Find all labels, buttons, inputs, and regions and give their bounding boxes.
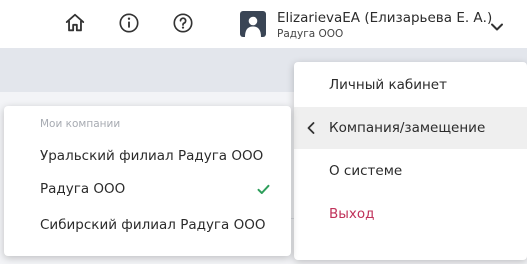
user-company[interactable]: Радуга ООО [277,28,343,40]
menu-item-label: Личный кабинет [329,77,447,93]
user-avatar-icon [245,16,261,37]
top-header: ElizarievaEA (Елизарьева Е. А.) Радуга О… [0,0,527,48]
company-item-ural[interactable]: Уральский филиал Радуга ООО [4,138,291,174]
help-icon [173,13,193,33]
menu-item-about[interactable]: О системе [294,150,527,192]
menu-item-label: О системе [329,163,403,179]
menu-item-company[interactable]: Компания/замещение [294,107,527,149]
home-button[interactable] [62,10,88,36]
home-icon [65,13,85,32]
user-menu: Личный кабинет Компания/замещение О сист… [294,62,527,260]
menu-item-label: Компания/замещение [329,120,486,136]
chevron-left-icon [307,122,315,138]
company-item-label: Уральский филиал Радуга ООО [40,148,264,164]
company-submenu: Мои компании Уральский филиал Радуга ООО… [4,106,291,256]
company-item-raduga[interactable]: Радуга ООО [4,171,291,207]
user-menu-toggle[interactable] [490,17,504,36]
user-avatar[interactable] [240,11,266,37]
user-name[interactable]: ElizarievaEA (Елизарьева Е. А.) [277,10,492,26]
info-icon [119,13,139,33]
company-item-label: Радуга ООО [40,181,126,197]
submenu-header: Мои компании [40,118,121,130]
chevron-down-icon [491,23,503,31]
menu-item-cabinet[interactable]: Личный кабинет [294,64,527,106]
company-item-label: Сибирский филиал Радуга ООО [40,217,266,233]
info-button[interactable] [116,10,142,36]
menu-item-label: Выход [329,206,375,222]
help-button[interactable] [170,10,196,36]
checkmark-icon [257,183,270,199]
menu-item-logout[interactable]: Выход [294,193,527,235]
company-item-sibir[interactable]: Сибирский филиал Радуга ООО [4,207,291,243]
